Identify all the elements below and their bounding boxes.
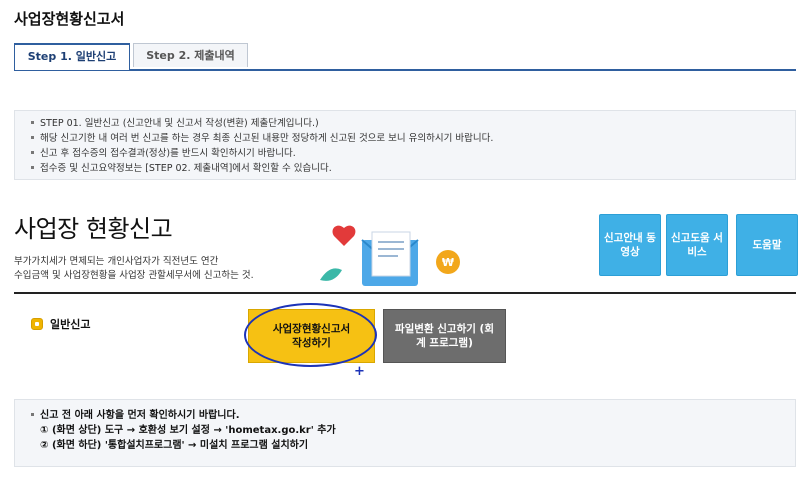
- svg-text:₩: ₩: [442, 256, 454, 269]
- document-icon: [371, 231, 411, 277]
- bullet-icon: [31, 151, 34, 154]
- bullet-icon: [31, 412, 34, 416]
- general-filing-label: 일반신고: [31, 316, 90, 332]
- hero-title: 사업장 현황신고: [14, 215, 173, 243]
- pre-check-title: 신고 전 아래 사항을 먼저 확인하시기 바랍니다.: [31, 408, 795, 423]
- heart-icon: [332, 225, 356, 246]
- notice-item: STEP 01. 일반신고 (신고안내 및 신고서 작성(변환) 제출단계입니다…: [31, 116, 795, 131]
- bullet-icon: [31, 121, 34, 124]
- notice-item: 접수증 및 신고요약정보는 [STEP 02. 제출내역]에서 확인할 수 있습…: [31, 161, 795, 176]
- tab-step1-general[interactable]: Step 1. 일반신고: [14, 43, 130, 70]
- report-illustration: ₩: [320, 225, 460, 286]
- bullet-icon: [31, 136, 34, 139]
- cursor-plus-icon: +: [354, 364, 365, 379]
- pre-check-step2: ② (화면 하단) '통합설치프로그램' → 미설치 프로그램 설치하기: [40, 440, 309, 451]
- bullet-icon: [31, 166, 34, 169]
- section-divider: [14, 292, 796, 294]
- guide-video-button[interactable]: 신고안내 동영상: [599, 214, 661, 276]
- leaf-icon: [320, 268, 342, 281]
- section-marker-icon: [31, 318, 43, 330]
- file-convert-button[interactable]: 파일변환 신고하기 (회계 프로그램): [383, 309, 506, 363]
- notice-item: 해당 신고기한 내 여러 번 신고를 하는 경우 최종 신고된 내용만 정당하게…: [31, 131, 795, 146]
- tab-step2-history[interactable]: Step 2. 제출내역: [133, 43, 248, 67]
- pre-check-box: 신고 전 아래 사항을 먼저 확인하시기 바랍니다. ① (화면 상단) 도구 …: [14, 399, 796, 467]
- hero-description: 부가가치세가 면제되는 개인사업자가 직전년도 연간 수입금액 및 사업장현황을…: [14, 256, 254, 281]
- notice-box: STEP 01. 일반신고 (신고안내 및 신고서 작성(변환) 제출단계입니다…: [14, 110, 796, 180]
- step-tabs: Step 1. 일반신고 Step 2. 제출내역: [14, 43, 796, 71]
- notice-item: 신고 후 접수증의 접수결과(정상)를 반드시 확인하시기 바랍니다.: [31, 146, 795, 161]
- write-report-button[interactable]: 사업장현황신고서 작성하기: [248, 309, 375, 363]
- page-title: 사업장현황신고서: [14, 10, 125, 28]
- help-button[interactable]: 도움말: [736, 214, 798, 276]
- filing-help-service-button[interactable]: 신고도움 서비스: [666, 214, 728, 276]
- pre-check-step1: ① (화면 상단) 도구 → 호환성 보기 설정 → 'hometax.go.k…: [40, 425, 336, 436]
